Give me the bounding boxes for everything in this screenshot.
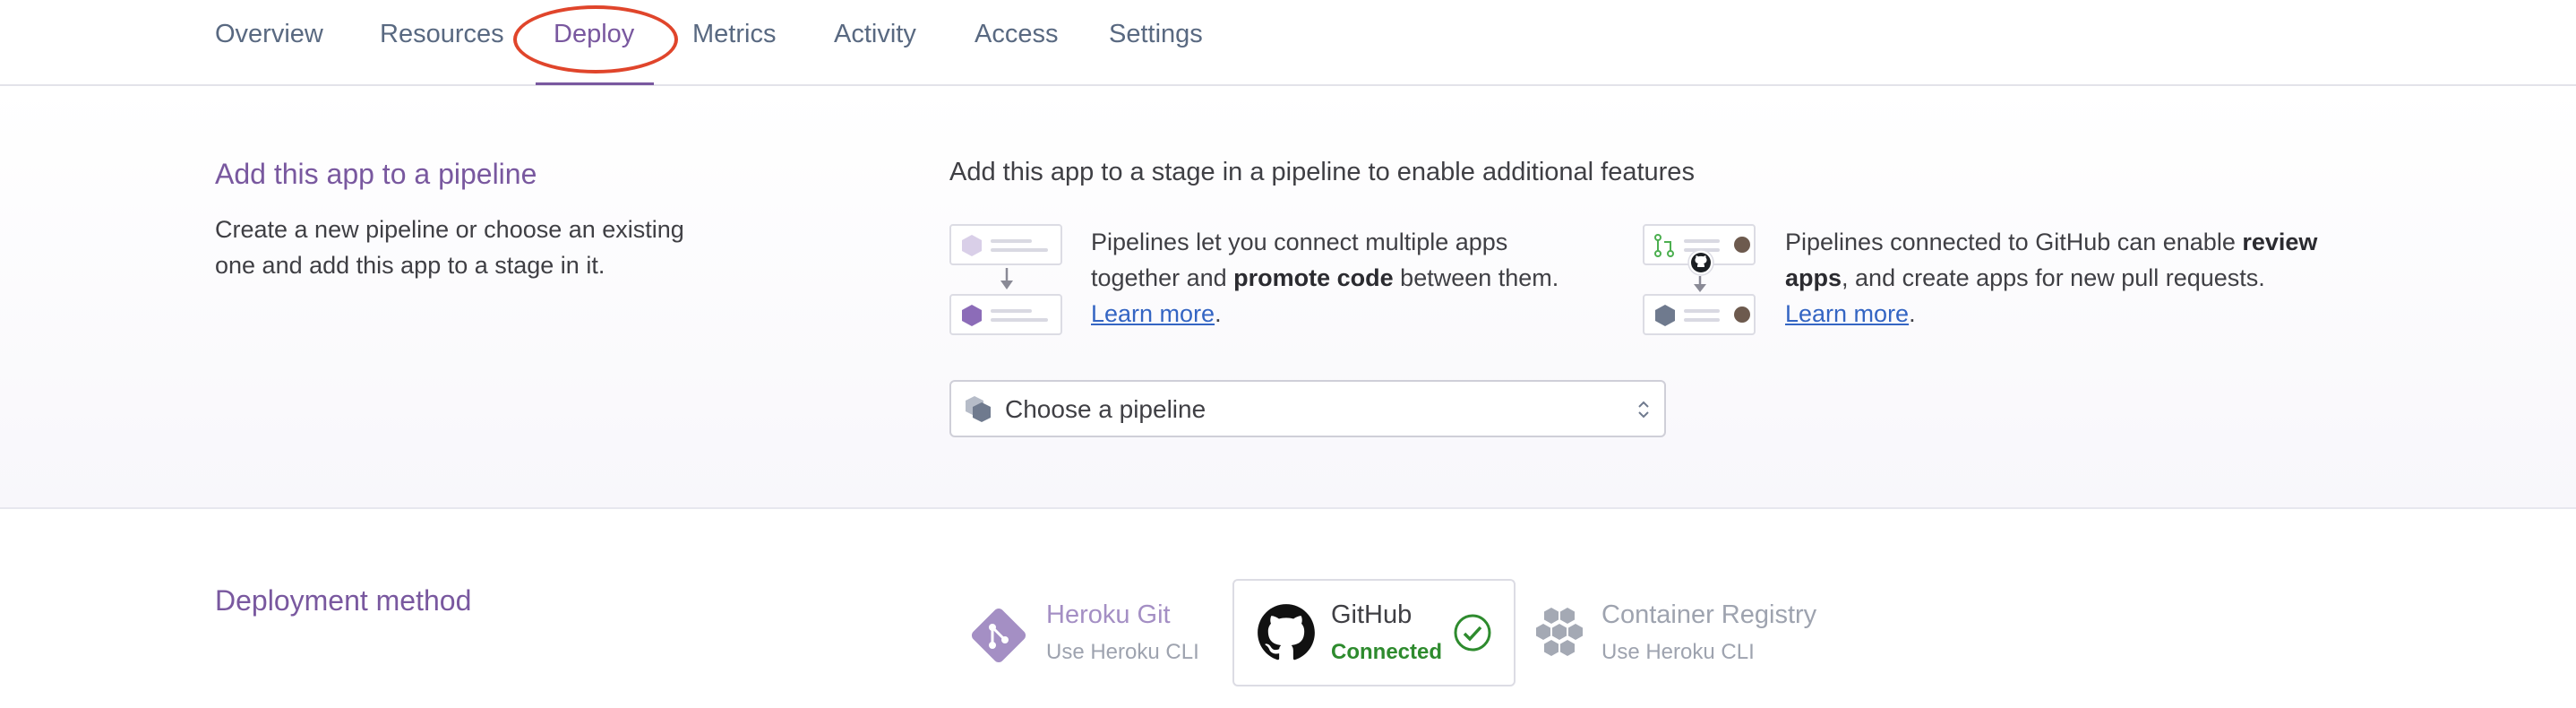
tab-metrics[interactable]: Metrics [692,20,776,49]
method-name: Heroku Git [1046,600,1171,629]
connected-status: Connected [1331,640,1443,664]
tab-activity[interactable]: Activity [834,20,916,49]
pull-request-icon [1654,234,1674,257]
tab-access[interactable]: Access [975,20,1058,49]
github-icon [1258,604,1315,661]
container-registry-icon [1536,608,1583,656]
pipeline-section: Add this app to a pipeline Create a new … [0,86,2576,509]
method-github[interactable]: GitHub Connected [1232,579,1516,686]
pipeline-stage-heading: Add this app to a stage in a pipeline to… [949,158,1695,186]
avatar [1734,307,1750,323]
pipeline-feature-text: Pipelines let you connect multiple apps … [1091,224,1601,332]
arrow-down-icon [1694,276,1706,292]
annotation-circle [513,5,678,73]
select-label: Choose a pipeline [1005,395,1206,423]
app-hexagon-icon [1655,305,1675,326]
tab-settings[interactable]: Settings [1109,20,1203,49]
pipeline-title: Add this app to a pipeline [215,158,537,190]
pipeline-promote-illustration [949,224,1066,335]
app-hexagon-icon [962,305,982,326]
feature-text-part: Pipelines connected to GitHub can enable [1785,229,2243,255]
feature-text-part: between them. [1393,264,1559,291]
github-feature-text: Pipelines connected to GitHub can enable… [1785,224,2331,332]
heroku-git-icon [971,608,1026,663]
chevron-up-down-icon [1638,401,1649,419]
tab-resources[interactable]: Resources [380,20,504,49]
pipeline-description: Create a new pipeline or choose an exist… [215,216,684,279]
deployment-method-title: Deployment method [215,584,472,617]
feature-text-part: , and create apps for new pull requests. [1842,264,2265,291]
top-nav: Overview Resources Deploy Metrics Activi… [0,0,2576,86]
method-heroku-git[interactable]: Heroku Git Use Heroku CLI [949,579,1218,686]
app-hexagon-icon [962,235,982,256]
active-tab-indicator [536,82,654,85]
github-review-apps-illustration [1643,224,1759,335]
feature-bold-text: promote code [1233,264,1394,291]
arrow-down-icon [1000,268,1013,289]
avatar [1734,237,1750,253]
feature-text-part: . [1215,300,1222,327]
check-circle-icon [1454,614,1491,652]
pipeline-icon [966,396,991,422]
learn-more-github-link[interactable]: Learn more [1785,300,1909,327]
method-container-registry[interactable]: Container Registry Use Heroku CLI [1532,579,1872,686]
learn-more-pipelines-link[interactable]: Learn more [1091,300,1215,327]
choose-pipeline-select[interactable]: Choose a pipeline [949,380,1666,437]
method-sub: Use Heroku CLI [1601,640,1755,664]
method-sub: Use Heroku CLI [1046,640,1199,664]
feature-text-part: . [1909,300,1916,327]
tab-overview[interactable]: Overview [215,20,323,49]
method-name: GitHub [1331,600,1413,629]
github-icon [1687,249,1714,276]
method-name: Container Registry [1601,600,1817,629]
